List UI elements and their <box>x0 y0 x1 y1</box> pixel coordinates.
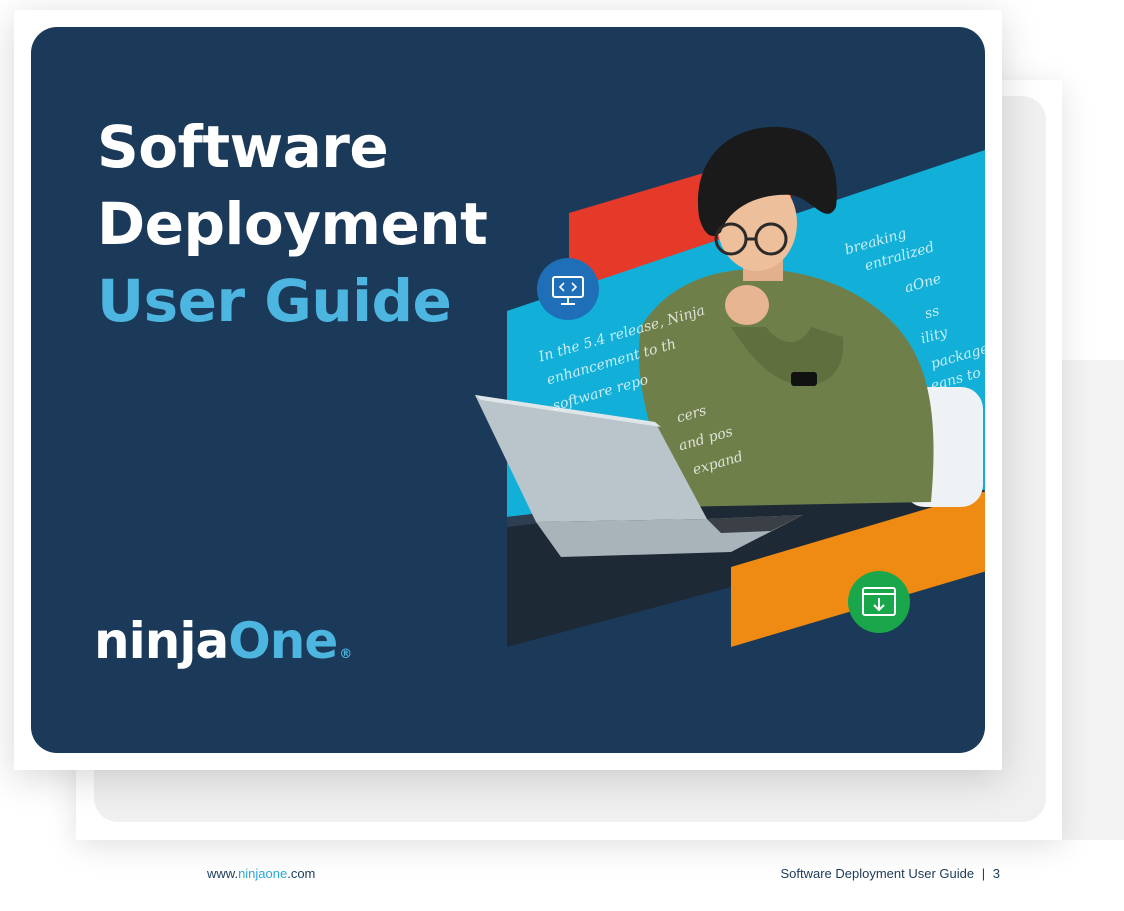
footer-page-number: 3 <box>992 866 1000 881</box>
footer-url-brand: ninjaone <box>238 866 288 881</box>
person-hand <box>725 285 769 325</box>
ninjaone-logo: ninjaOne ® <box>94 611 352 685</box>
wrist-watch <box>791 372 817 386</box>
logo-ninja: ninja <box>94 612 229 670</box>
cover-panel: Software Deployment User Guide breaking … <box>31 27 985 753</box>
footer-doc-title: Software Deployment User Guide <box>780 866 975 881</box>
footer-url-prefix: www. <box>207 866 239 881</box>
back-page-edge <box>1062 360 1124 840</box>
footer-website[interactable]: www.ninjaone.com <box>207 866 315 881</box>
footer-page-info: Software Deployment User Guide | 3 <box>780 866 1000 881</box>
logo-registered-mark: ® <box>339 647 352 662</box>
monitor-code-icon <box>537 258 599 320</box>
footer-separator: | <box>981 866 986 881</box>
footer-url-suffix: .com <box>287 866 316 881</box>
logo-one: One <box>228 612 338 670</box>
download-window-icon <box>848 571 910 633</box>
